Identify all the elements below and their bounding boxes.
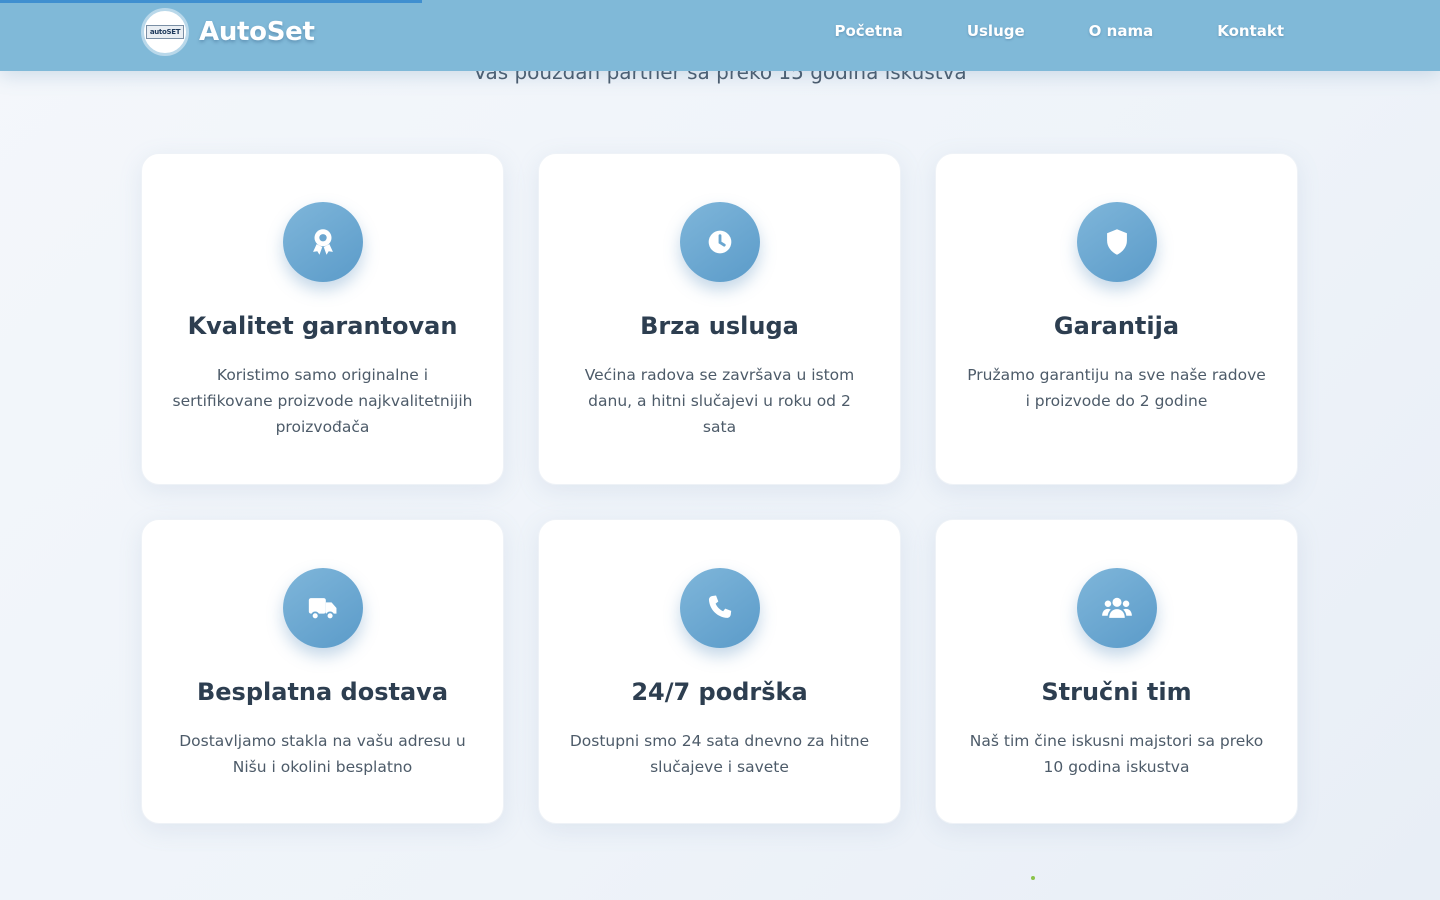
feature-title: Kvalitet garantovan [187,312,458,340]
feature-description: Pružamo garantiju na sve naše radove i p… [967,366,1266,410]
feature-title: Garantija [1053,312,1180,340]
users-icon [1076,568,1157,648]
feature-description: Koristimo samo originalne i sertifikovan… [172,366,473,436]
feature-card-fast-service: Brza usluga Većina radova se završava u … [538,153,901,485]
feature-title: Besplatna dostava [196,678,449,706]
feature-card-free-delivery: Besplatna dostava Dostavljamo stakla na … [141,519,504,824]
logo: autoSET [141,8,189,56]
decorative-dot [1031,876,1035,880]
award-icon [282,202,363,282]
feature-card-support: 24/7 podrška Dostupni smo 24 sata dnevno… [538,519,901,824]
shield-icon [1076,202,1157,282]
brand-name: AutoSet [199,17,315,47]
navbar: autoSET AutoSet Početna Usluge O nama Ko… [0,0,1440,71]
phone-icon [679,568,760,648]
feature-title: Brza usluga [640,312,799,340]
feature-description: Dostavljamo stakla na vašu adresu u Nišu… [179,732,466,776]
nav-link-o-nama[interactable]: O nama [1089,22,1154,40]
feature-card-expert-team: Stručni tim Naš tim čine iskusni majstor… [935,519,1298,824]
main-nav: Početna Usluge O nama Kontakt [834,22,1284,40]
feature-description: Većina radova se završava u istom danu, … [584,366,855,436]
nav-link-kontakt[interactable]: Kontakt [1217,22,1284,40]
nav-link-usluge[interactable]: Usluge [967,22,1025,40]
feature-title: Stručni tim [1041,678,1192,706]
truck-icon [282,568,363,648]
brand-home-link[interactable]: autoSET AutoSet [141,7,315,57]
feature-description: Naš tim čine iskusni majstori sa preko 1… [969,732,1264,776]
feature-card-warranty: Garantija Pružamo garantiju na sve naše … [935,153,1298,485]
nav-link-pocetna[interactable]: Početna [834,22,902,40]
feature-description: Dostupni smo 24 sata dnevno za hitne slu… [569,732,870,776]
clock-icon [679,202,760,282]
logo-text: autoSET [146,25,184,39]
feature-card-quality: Kvalitet garantovan Koristimo samo origi… [141,153,504,485]
features-grid: Kvalitet garantovan Koristimo samo origi… [141,153,1298,824]
feature-title: 24/7 podrška [631,678,808,706]
scroll-progress-bar [0,0,422,3]
